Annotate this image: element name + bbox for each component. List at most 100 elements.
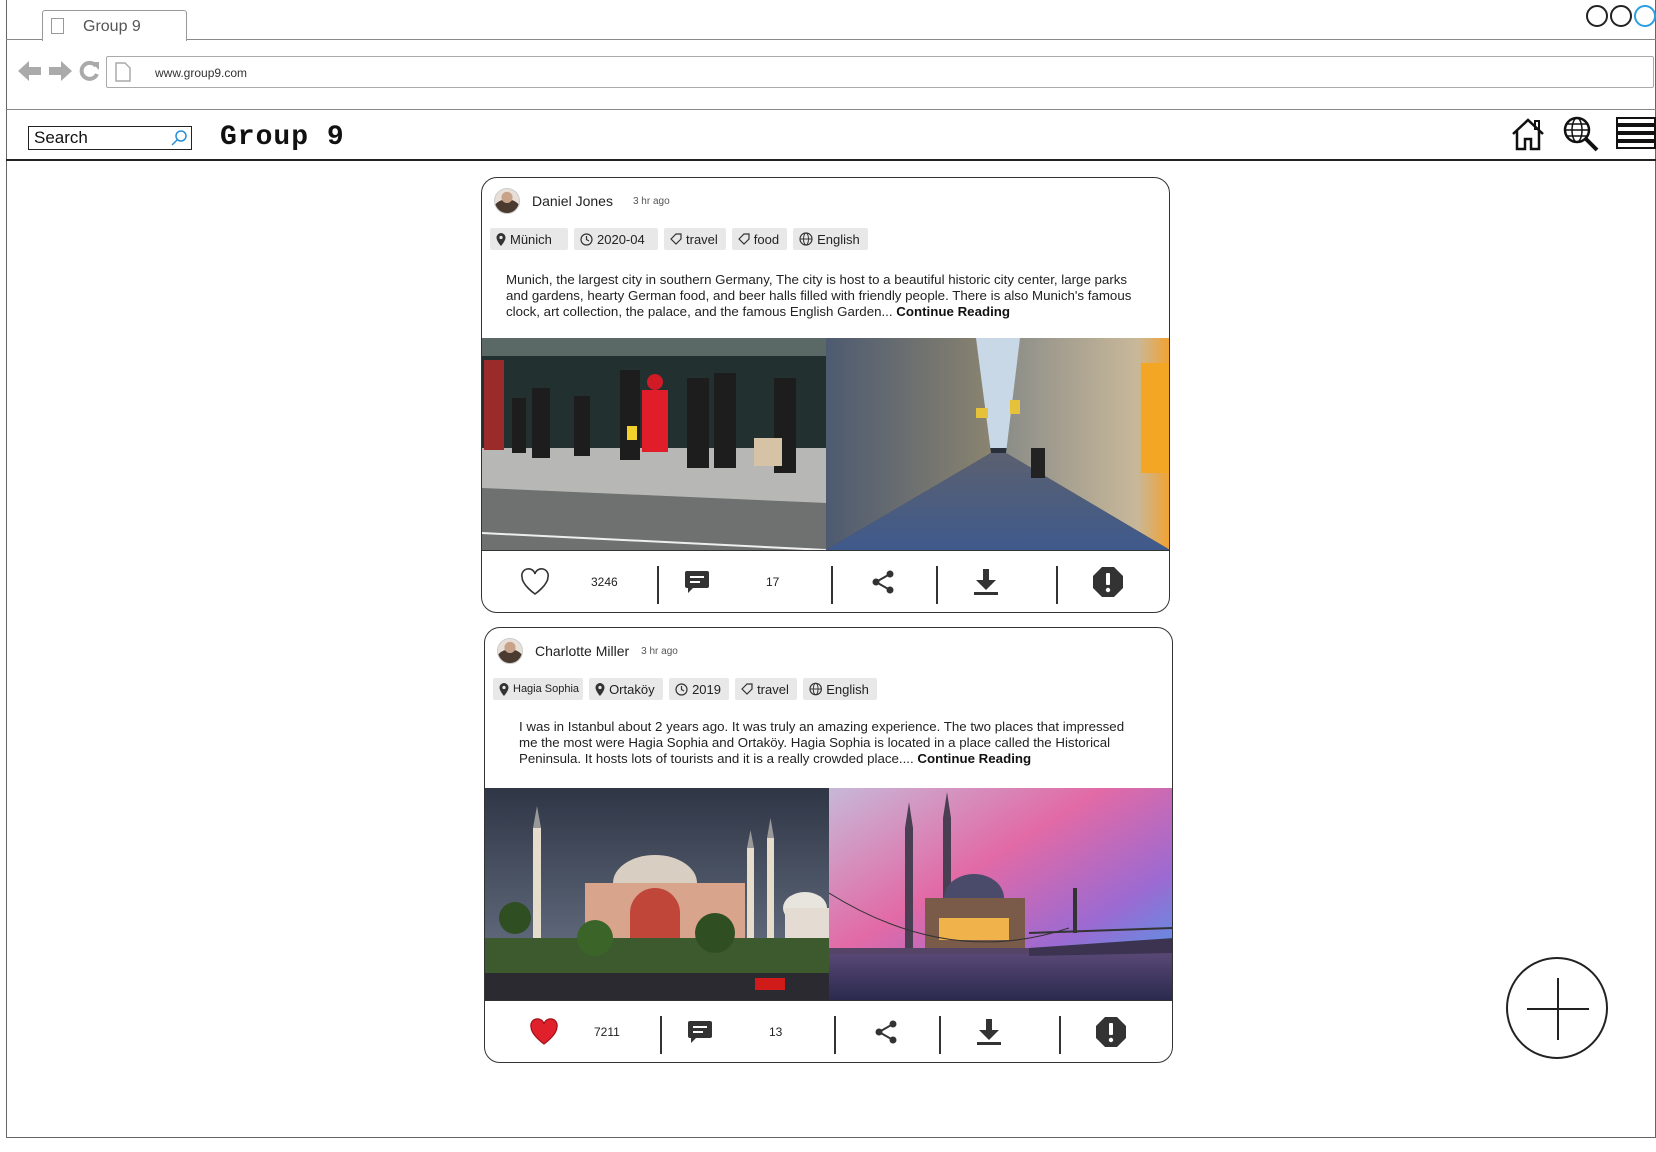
like-button[interactable] xyxy=(527,1001,561,1062)
tag-label: English xyxy=(817,231,860,247)
author-name[interactable]: Charlotte Miller xyxy=(535,643,629,659)
avatar[interactable] xyxy=(494,188,520,214)
warning-icon xyxy=(1096,1017,1126,1047)
tag-list: Münich 2020-04 travel food English xyxy=(490,228,868,250)
menu-icon[interactable] xyxy=(1616,116,1656,152)
tag-label: Hagia Sophia xyxy=(513,683,580,695)
warning-icon xyxy=(1093,567,1123,597)
tag-chip[interactable]: Ortaköy xyxy=(589,678,664,700)
download-button[interactable] xyxy=(972,551,1000,612)
post-author[interactable]: Charlotte Miller 3 hr ago xyxy=(497,638,678,664)
browser-tab[interactable]: Group 9 xyxy=(42,10,187,41)
tag-label: travel xyxy=(757,681,789,697)
share-icon xyxy=(872,570,894,594)
tag-icon xyxy=(670,233,682,245)
globe-icon xyxy=(809,682,822,696)
globe-icon xyxy=(799,232,813,246)
tag-chip[interactable]: travel xyxy=(664,228,726,250)
report-button[interactable] xyxy=(1091,551,1125,612)
download-button[interactable] xyxy=(975,1001,1003,1062)
tag-chip[interactable]: English xyxy=(802,678,877,700)
reload-icon[interactable] xyxy=(78,60,100,82)
tag-chip[interactable]: 2020-04 xyxy=(574,228,658,250)
tag-chip[interactable]: 2019 xyxy=(669,678,730,700)
url-text: www.group9.com xyxy=(155,66,248,80)
tag-list: Hagia Sophia Ortaköy 2019 travel English xyxy=(493,678,877,700)
post-actions: 7211 13 xyxy=(485,1000,1172,1062)
author-name[interactable]: Daniel Jones xyxy=(532,193,613,209)
tag-chip[interactable]: English xyxy=(793,228,868,250)
continue-reading-link[interactable]: Continue Reading xyxy=(896,304,1010,319)
minimize-button[interactable] xyxy=(1586,5,1608,27)
maximize-button[interactable] xyxy=(1610,5,1632,27)
ortakoy-mosque-photo[interactable] xyxy=(828,788,1172,1000)
brand-title: Group 9 xyxy=(220,122,345,153)
divider xyxy=(657,566,659,604)
tag-icon xyxy=(737,233,750,245)
tag-chip[interactable]: food xyxy=(731,228,788,250)
divider xyxy=(831,566,833,604)
close-button[interactable] xyxy=(1634,5,1656,27)
comment-button[interactable] xyxy=(682,551,712,612)
comment-count: 17 xyxy=(766,575,780,589)
post-time: 3 hr ago xyxy=(641,645,678,657)
tag-label: travel xyxy=(686,231,718,247)
share-icon xyxy=(875,1020,897,1044)
search-box xyxy=(28,126,192,150)
globe-search-icon[interactable] xyxy=(1562,116,1600,152)
photo-gallery xyxy=(485,788,1172,1000)
location-pin-icon xyxy=(499,682,509,696)
tag-chip[interactable]: travel xyxy=(735,678,797,700)
like-count: 3246 xyxy=(591,575,618,589)
post-excerpt: I was in Istanbul about 2 years ago. It … xyxy=(519,719,1145,767)
download-icon xyxy=(974,569,998,595)
search-input[interactable] xyxy=(29,127,163,149)
search-icon[interactable] xyxy=(170,129,188,147)
browser-nav-bar: www.group9.com xyxy=(6,40,1656,110)
location-pin-icon xyxy=(595,682,605,696)
tag-label: 2020-04 xyxy=(597,231,645,247)
tag-chip[interactable]: Hagia Sophia xyxy=(493,678,584,700)
street-pedestrians-photo[interactable] xyxy=(482,338,826,550)
hagia-sophia-photo[interactable] xyxy=(485,788,829,1000)
tag-label: Münich xyxy=(510,231,552,247)
forward-arrow-icon[interactable] xyxy=(48,60,72,82)
tab-title: Group 9 xyxy=(83,18,141,35)
continue-reading-link[interactable]: Continue Reading xyxy=(917,751,1031,766)
divider xyxy=(1059,1016,1061,1054)
comment-button[interactable] xyxy=(685,1001,715,1062)
post-excerpt: Munich, the largest city in southern Ger… xyxy=(506,272,1152,320)
photo-gallery xyxy=(482,338,1169,550)
post-author[interactable]: Daniel Jones 3 hr ago xyxy=(494,188,670,214)
tab-bar: Group 9 xyxy=(6,0,1656,41)
divider xyxy=(1056,566,1058,604)
home-icon[interactable] xyxy=(1510,116,1546,152)
tag-label: English xyxy=(826,681,869,697)
download-icon xyxy=(977,1019,1001,1045)
clock-icon xyxy=(675,682,688,696)
app-header: Group 9 xyxy=(6,112,1656,161)
share-button[interactable] xyxy=(870,551,896,612)
avatar[interactable] xyxy=(497,638,523,664)
post-card: Charlotte Miller 3 hr ago Hagia Sophia O… xyxy=(484,627,1173,1063)
back-arrow-icon[interactable] xyxy=(18,60,42,82)
share-button[interactable] xyxy=(873,1001,899,1062)
shopping-arcade-photo[interactable] xyxy=(825,338,1169,550)
tag-chip[interactable]: Münich xyxy=(490,228,568,250)
report-button[interactable] xyxy=(1094,1001,1128,1062)
excerpt-text: Munich, the largest city in southern Ger… xyxy=(506,272,1132,319)
divider xyxy=(660,1016,662,1054)
like-count: 7211 xyxy=(594,1025,620,1039)
window-controls xyxy=(1586,5,1656,27)
like-button[interactable] xyxy=(518,551,552,612)
page-icon xyxy=(51,18,64,34)
post-card: Daniel Jones 3 hr ago Münich 2020-04 tra… xyxy=(481,177,1170,613)
comment-icon xyxy=(685,571,709,593)
excerpt-text: I was in Istanbul about 2 years ago. It … xyxy=(519,719,1125,766)
heart-icon xyxy=(530,1018,558,1045)
post-actions: 3246 17 xyxy=(482,550,1169,612)
page-icon xyxy=(115,62,131,82)
add-post-button[interactable] xyxy=(1506,957,1608,1059)
address-bar[interactable]: www.group9.com xyxy=(106,56,1654,88)
comment-icon xyxy=(688,1021,712,1043)
